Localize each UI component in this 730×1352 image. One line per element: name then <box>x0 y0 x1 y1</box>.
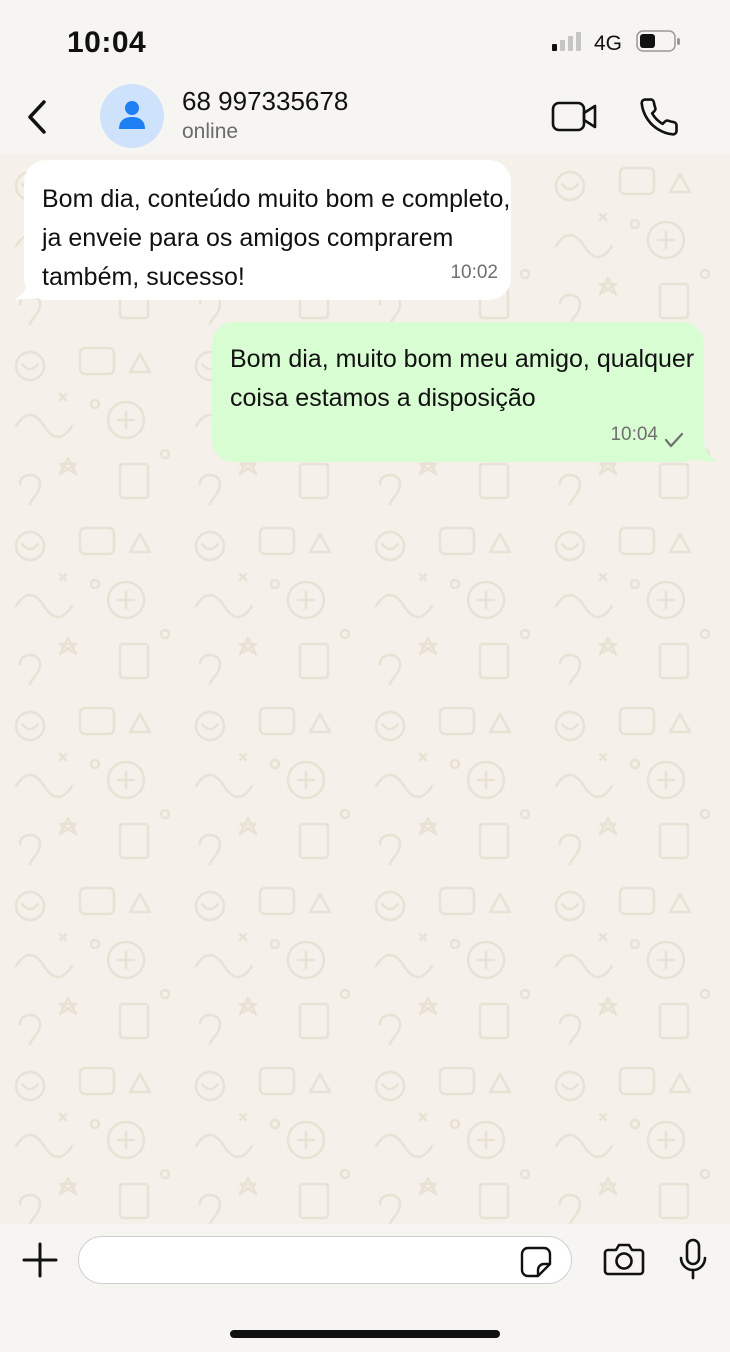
doodle-wallpaper <box>0 154 730 1224</box>
microphone-icon[interactable] <box>678 1238 708 1280</box>
video-call-icon[interactable] <box>550 100 600 134</box>
chat-area[interactable]: Bom dia, conteúdo muito bom e completo, … <box>0 154 730 1224</box>
contact-name[interactable]: 68 997335678 <box>182 86 348 117</box>
contact-avatar[interactable] <box>100 84 164 148</box>
contact-status: online <box>182 120 239 143</box>
person-icon <box>119 101 145 129</box>
status-time: 10:04 <box>67 26 147 59</box>
message-time: 10:04 <box>610 424 658 445</box>
back-chevron-icon[interactable] <box>22 98 52 136</box>
chat-header: 68 997335678 online <box>0 80 730 154</box>
phone-call-icon[interactable] <box>638 96 680 138</box>
message-input[interactable] <box>78 1236 572 1284</box>
outgoing-message-bubble[interactable]: Bom dia, muito bom meu amigo, qualquer c… <box>212 322 704 462</box>
network-type: 4G <box>594 32 623 55</box>
message-time: 10:02 <box>450 262 498 283</box>
signal-icon <box>552 32 581 51</box>
sent-check-icon <box>664 432 684 448</box>
message-composer <box>0 1224 730 1352</box>
battery-icon <box>636 30 680 52</box>
incoming-message-bubble[interactable]: Bom dia, conteúdo muito bom e completo, … <box>24 160 511 300</box>
camera-icon[interactable] <box>603 1242 645 1276</box>
home-indicator <box>230 1330 500 1338</box>
sticker-icon[interactable] <box>520 1246 552 1278</box>
message-text: Bom dia, conteúdo muito bom e completo, … <box>42 185 511 291</box>
message-text: Bom dia, muito bom meu amigo, qualquer c… <box>230 345 695 412</box>
status-bar: 10:04 4G <box>0 0 730 80</box>
attach-plus-icon[interactable] <box>22 1242 58 1278</box>
